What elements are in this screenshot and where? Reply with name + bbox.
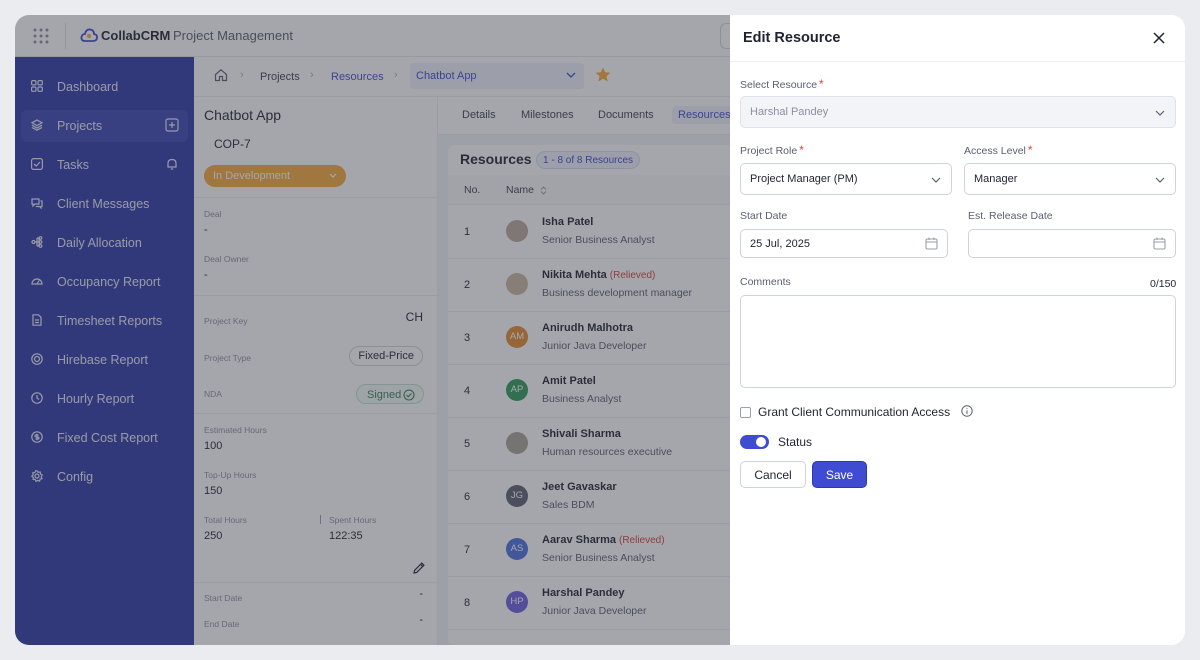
app-window: CollabCRM Project Management Dashboard P… [15, 15, 1185, 645]
access-level-value: Manager [974, 173, 1018, 185]
edit-resource-drawer: Edit Resource Select Resource * Harshal P… [730, 15, 1185, 645]
chevron-down-icon [1155, 177, 1165, 183]
grant-client-communication-checkbox[interactable] [740, 407, 751, 418]
comments-label: Comments [740, 276, 791, 288]
info-icon[interactable] [961, 405, 973, 417]
access-level-label: Access Level * [964, 143, 1033, 157]
start-date-field[interactable]: 25 Jul, 2025 [740, 229, 948, 258]
select-resource-label: Select Resource * [740, 77, 824, 91]
access-level-dropdown[interactable]: Manager [964, 163, 1176, 195]
select-resource-dropdown[interactable]: Harshal Pandey [740, 96, 1176, 128]
divider [730, 61, 1185, 62]
status-label: Status [778, 435, 813, 449]
project-role-label: Project Role * [740, 143, 804, 157]
drawer-title: Edit Resource [743, 30, 841, 46]
comments-textarea[interactable] [740, 295, 1176, 388]
calendar-icon[interactable] [925, 237, 938, 250]
chevron-down-icon [931, 177, 941, 183]
modal-backdrop[interactable] [15, 15, 730, 645]
close-icon[interactable] [1151, 30, 1167, 46]
comments-char-counter: 0/150 [1150, 278, 1177, 290]
status-toggle[interactable] [740, 435, 769, 449]
save-button[interactable]: Save [812, 461, 867, 488]
start-date-label: Start Date [740, 210, 788, 222]
required-mark: * [1027, 143, 1033, 157]
toggle-knob [756, 437, 766, 447]
release-date-label: Est. Release Date [968, 210, 1053, 222]
cancel-button[interactable]: Cancel [740, 461, 806, 488]
project-role-value: Project Manager (PM) [750, 173, 858, 185]
required-mark: * [799, 143, 804, 157]
project-role-dropdown[interactable]: Project Manager (PM) [740, 163, 952, 195]
select-resource-value: Harshal Pandey [750, 106, 829, 118]
calendar-icon[interactable] [1153, 237, 1166, 250]
required-mark: * [819, 77, 824, 91]
chevron-down-icon [1155, 110, 1165, 116]
grant-client-communication-label: Grant Client Communication Access [758, 405, 951, 419]
start-date-value: 25 Jul, 2025 [750, 238, 810, 250]
release-date-field[interactable] [968, 229, 1176, 258]
